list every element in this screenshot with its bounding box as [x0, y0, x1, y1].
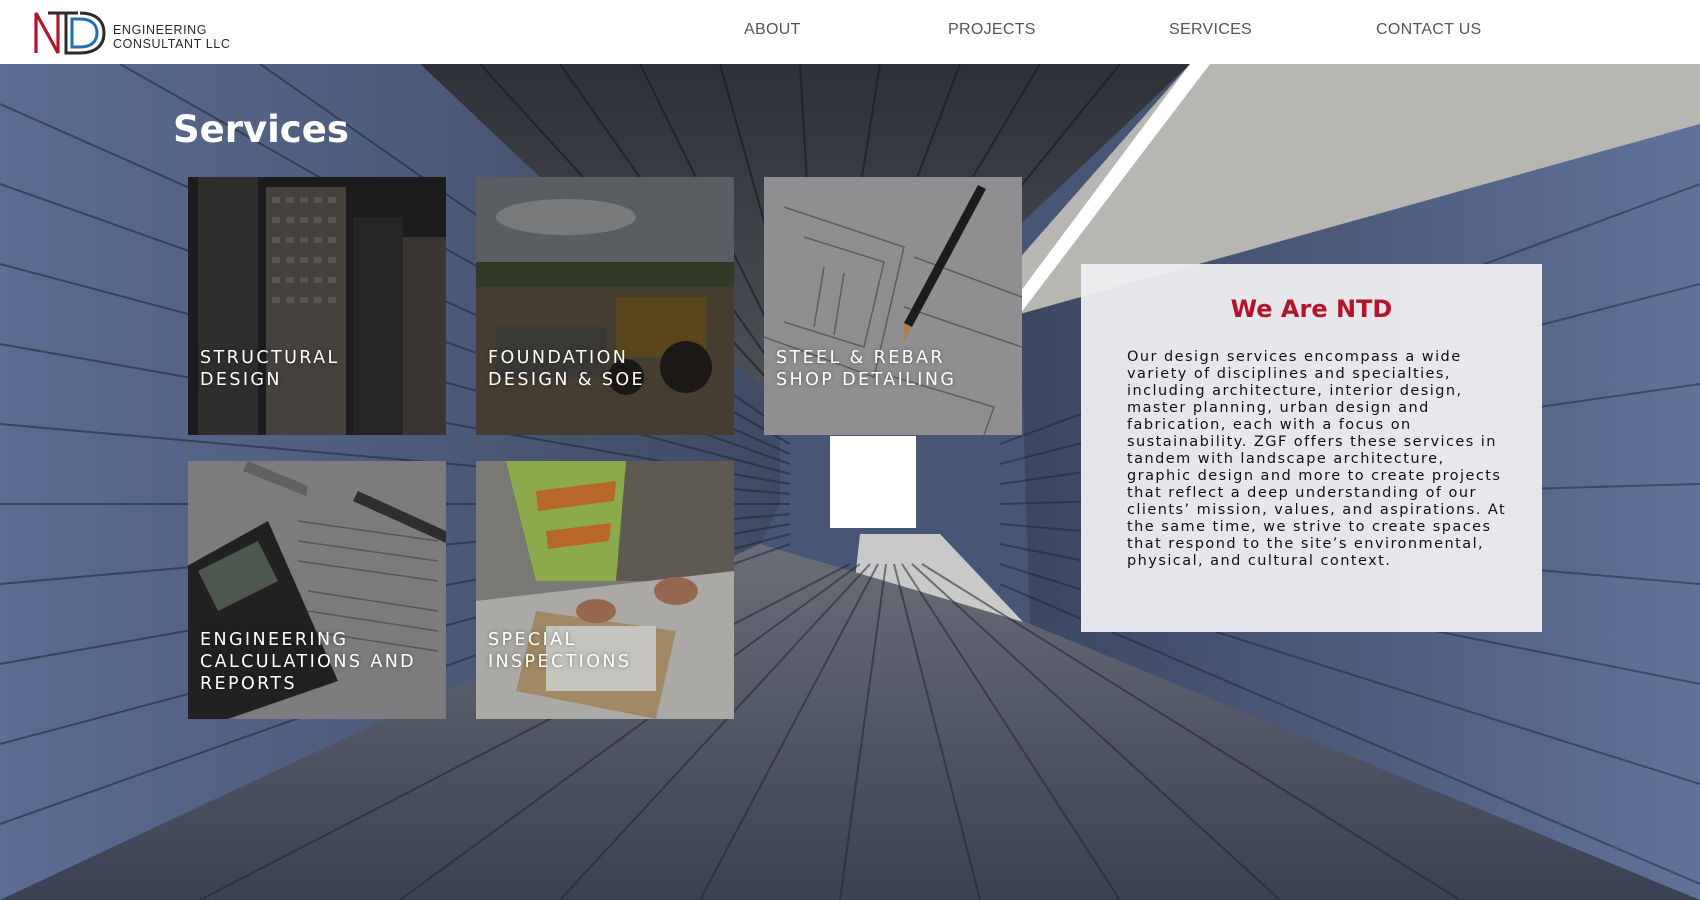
about-card: We Are NTD Our design services encompass…: [1081, 264, 1542, 632]
company-name: ENGINEERING CONSULTANT LLC: [113, 23, 230, 51]
tile-label-line: ENGINEERING: [200, 630, 349, 650]
logo-link[interactable]: ENGINEERING CONSULTANT LLC: [34, 9, 230, 57]
tile-label: FOUNDATION DESIGN & SOE: [488, 347, 645, 391]
tile-label: STEEL & REBAR SHOP DETAILING: [776, 347, 956, 391]
tile-label-line: FOUNDATION: [488, 348, 629, 368]
tile-label-line: SPECIAL: [488, 630, 577, 650]
tile-label-line: DESIGN: [200, 370, 282, 390]
service-tile-foundation-design[interactable]: FOUNDATION DESIGN & SOE: [476, 177, 734, 435]
service-tile-structural-design[interactable]: STRUCTURAL DESIGN: [188, 177, 446, 435]
site-header: ENGINEERING CONSULTANT LLC ABOUT PROJECT…: [0, 0, 1700, 64]
tile-label-line: CALCULATIONS AND: [200, 652, 417, 672]
nav-services[interactable]: SERVICES: [1169, 21, 1252, 39]
nav-about[interactable]: ABOUT: [744, 21, 801, 39]
tile-label: ENGINEERING CALCULATIONS AND REPORTS: [200, 629, 416, 695]
tile-label: SPECIAL INSPECTIONS: [488, 629, 631, 673]
tile-label-line: REPORTS: [200, 674, 298, 694]
ntd-logo-icon: [34, 11, 106, 55]
about-body: Our design services encompass a wide var…: [1127, 349, 1507, 569]
building-photo: [188, 177, 446, 435]
tile-label-line: INSPECTIONS: [488, 652, 632, 672]
service-tile-engineering-calculations[interactable]: ENGINEERING CALCULATIONS AND REPORTS: [188, 461, 446, 719]
company-name-line2: CONSULTANT LLC: [113, 37, 231, 51]
tile-label: STRUCTURAL DESIGN: [200, 347, 340, 391]
tile-label-line: STEEL & REBAR: [776, 348, 945, 368]
tile-label-line: SHOP DETAILING: [776, 370, 957, 390]
excavator-photo: [476, 177, 734, 435]
tile-label-line: DESIGN & SOE: [488, 370, 645, 390]
about-title: We Are NTD: [1230, 295, 1393, 323]
services-title: Services: [173, 108, 349, 151]
company-name-line1: ENGINEERING: [113, 23, 208, 37]
service-tile-special-inspections[interactable]: SPECIAL INSPECTIONS: [476, 461, 734, 719]
blueprint-pencil-photo: [764, 177, 1022, 435]
nav-contact-us[interactable]: CONTACT US: [1376, 21, 1482, 39]
service-tile-steel-rebar[interactable]: STEEL & REBAR SHOP DETAILING: [764, 177, 1022, 435]
tile-label-line: STRUCTURAL: [200, 348, 340, 368]
nav-projects[interactable]: PROJECTS: [948, 21, 1036, 39]
inspector-photo: [476, 461, 734, 719]
